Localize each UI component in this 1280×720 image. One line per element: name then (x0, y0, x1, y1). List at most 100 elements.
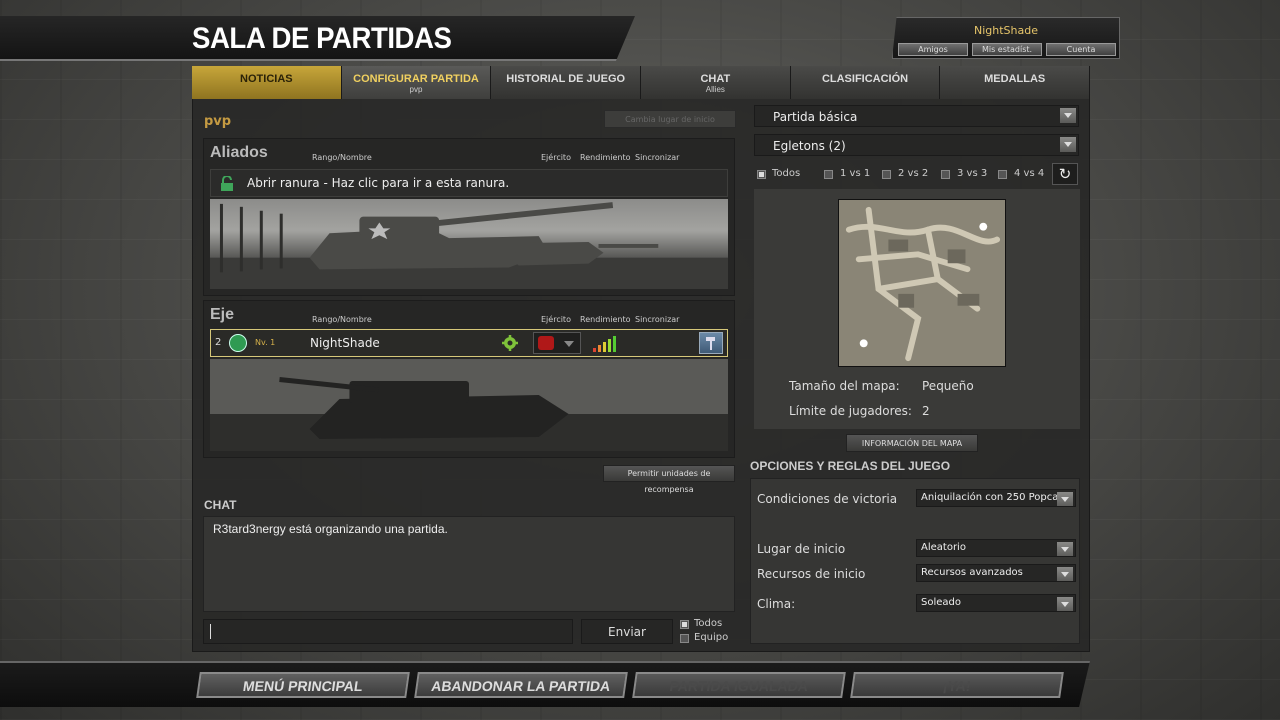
victory-conditions-select[interactable]: Aniquilación con 250 Popcap (916, 489, 1076, 507)
start-location-value: Aleatorio (921, 542, 966, 553)
filter-4v4-checkbox[interactable] (998, 170, 1007, 179)
chevron-down-icon (1057, 567, 1073, 581)
page-title: SALA DE PARTIDAS (192, 22, 452, 55)
chevron-down-icon (1060, 108, 1076, 123)
text-cursor (210, 624, 211, 639)
chevron-down-icon (1057, 492, 1073, 506)
filter-4v4-label: 4 vs 4 (1014, 168, 1045, 179)
my-stats-button[interactable]: Mis estadíst. (972, 43, 1042, 56)
matched-game-button[interactable]: PARTIDA IGUALADA (632, 672, 846, 698)
tab-label: CLASIFICACIÓN (821, 73, 909, 85)
chat-log: R3tard3nergy está organizando una partid… (203, 516, 735, 612)
account-button[interactable]: Cuenta (1046, 43, 1116, 56)
start-location-select[interactable]: Aleatorio (916, 539, 1076, 557)
chat-filter-all-checkbox[interactable] (680, 620, 689, 629)
player-level: Nv. 1 (255, 338, 276, 347)
team-name: Eje (210, 306, 235, 323)
game-options-title: OPCIONES Y REGLAS DEL JUEGO (750, 459, 951, 473)
tab-game-setup[interactable]: CONFIGURAR PARTIDA pvp (341, 66, 492, 99)
army-header: Ejército (541, 153, 571, 162)
chat-filter-team-checkbox[interactable] (680, 634, 689, 643)
user-panel: NightShade Amigos Mis estadíst. Cuenta (892, 17, 1120, 59)
allies-tank-image (210, 199, 728, 289)
filter-2v2-label: 2 vs 2 (898, 168, 929, 179)
team-name: Aliados (210, 144, 268, 161)
map-value: Egletons (2) (773, 139, 846, 153)
start-resources-select[interactable]: Recursos avanzados (916, 564, 1076, 582)
tab-leaderboard[interactable]: CLASIFICACIÓN (790, 66, 941, 99)
weather-value: Soleado (921, 597, 961, 608)
ready-button[interactable]: ¡YA! (850, 672, 1064, 698)
weather-select[interactable]: Soleado (916, 594, 1076, 612)
kick-player-button[interactable] (699, 332, 723, 354)
map-info-button[interactable]: INFORMACIÓN DEL MAPA (846, 434, 978, 452)
tab-label: NOTICIAS (240, 73, 293, 85)
slot-number: 2 (215, 337, 222, 348)
change-start-location-button[interactable]: Cambia lugar de inicio (604, 110, 736, 128)
chat-message: R3tard3nergy está organizando una partid… (213, 522, 448, 536)
tab-label: MEDALLAS (984, 73, 1046, 85)
filter-1v1-checkbox[interactable] (824, 170, 833, 179)
sync-header: Sincronizar (635, 315, 680, 324)
weather-label: Clima: (757, 597, 796, 611)
performance-header: Rendimiento (580, 153, 631, 162)
army-header: Ejército (541, 315, 571, 324)
unlock-icon (221, 176, 233, 191)
game-mode-label: pvp (204, 114, 232, 129)
rank-name-header: Rango/Nombre (312, 315, 372, 324)
army-select[interactable] (533, 332, 581, 354)
allow-reward-units-button[interactable]: Permitir unidades de recompensa (603, 465, 735, 494)
rank-name-header: Rango/Nombre (312, 153, 372, 162)
map-size-value: Pequeño (922, 379, 974, 393)
chat-filter-team-label: Equipo (694, 632, 729, 643)
send-button[interactable]: Enviar (581, 619, 673, 644)
map-select[interactable]: Egletons (2) (754, 134, 1079, 156)
player-limit-label: Límite de jugadores: (789, 404, 912, 418)
tab-sublabel: pvp (409, 85, 423, 94)
gear-icon[interactable] (501, 334, 519, 352)
chevron-down-icon (1057, 542, 1073, 556)
start-resources-label: Recursos de inicio (757, 567, 866, 581)
open-slot-row[interactable]: Abrir ranura - Haz clic para ir a esta r… (210, 169, 728, 197)
allies-team-panel: Aliados Rango/Nombre Ejército Rendimient… (203, 138, 735, 296)
filter-all-label: Todos (772, 168, 801, 179)
map-thumbnail (838, 199, 1006, 367)
axis-team-panel: Eje Rango/Nombre Ejército Rendimiento Si… (203, 300, 735, 458)
tab-sublabel: Allies (705, 85, 725, 94)
filter-1v1-label: 1 vs 1 (840, 168, 871, 179)
player-limit-value: 2 (922, 404, 930, 418)
friends-button[interactable]: Amigos (898, 43, 968, 56)
refresh-button[interactable]: ↻ (1052, 163, 1078, 185)
tab-game-history[interactable]: HISTORIAL DE JUEGO (491, 66, 642, 99)
refresh-icon: ↻ (1058, 165, 1072, 183)
main-menu-button[interactable]: MENÚ PRINCIPAL (196, 672, 410, 698)
player-slot-row[interactable]: 2 Nv. 1 NightShade (210, 329, 728, 357)
filter-3v3-checkbox[interactable] (941, 170, 950, 179)
chat-input[interactable] (203, 619, 573, 644)
tab-label: CONFIGURAR PARTIDA (353, 73, 479, 85)
start-location-label: Lugar de inicio (757, 542, 846, 556)
axis-tank-image (210, 359, 728, 451)
leave-match-button[interactable]: ABANDONAR LA PARTIDA (414, 672, 628, 698)
open-slot-text: Abrir ranura - Haz clic para ir a esta r… (247, 176, 510, 190)
match-type-value: Partida básica (773, 110, 858, 124)
tab-label: CHAT (700, 73, 731, 85)
filter-all-checkbox[interactable] (757, 170, 766, 179)
victory-conditions-label: Condiciones de victoria (757, 492, 898, 506)
filter-3v3-label: 3 vs 3 (957, 168, 988, 179)
hammer-icon (706, 337, 715, 350)
tab-label: HISTORIAL DE JUEGO (506, 73, 626, 85)
start-resources-value: Recursos avanzados (921, 567, 1023, 578)
filter-2v2-checkbox[interactable] (882, 170, 891, 179)
victory-conditions-value: Aniquilación con 250 Popcap (921, 492, 1065, 503)
match-type-select[interactable]: Partida básica (754, 105, 1079, 127)
tab-medals[interactable]: MEDALLAS (940, 66, 1091, 99)
axis-cross-icon (538, 336, 554, 350)
sync-header: Sincronizar (635, 153, 680, 162)
tab-bar: NOTICIAS CONFIGURAR PARTIDA pvp HISTORIAL… (192, 66, 1091, 99)
chevron-down-icon (1060, 137, 1076, 152)
tab-chat[interactable]: CHAT Allies (641, 66, 791, 99)
chat-filter-all-label: Todos (694, 618, 723, 629)
map-size-label: Tamaño del mapa: (789, 379, 900, 393)
tab-news[interactable]: NOTICIAS (192, 66, 342, 99)
